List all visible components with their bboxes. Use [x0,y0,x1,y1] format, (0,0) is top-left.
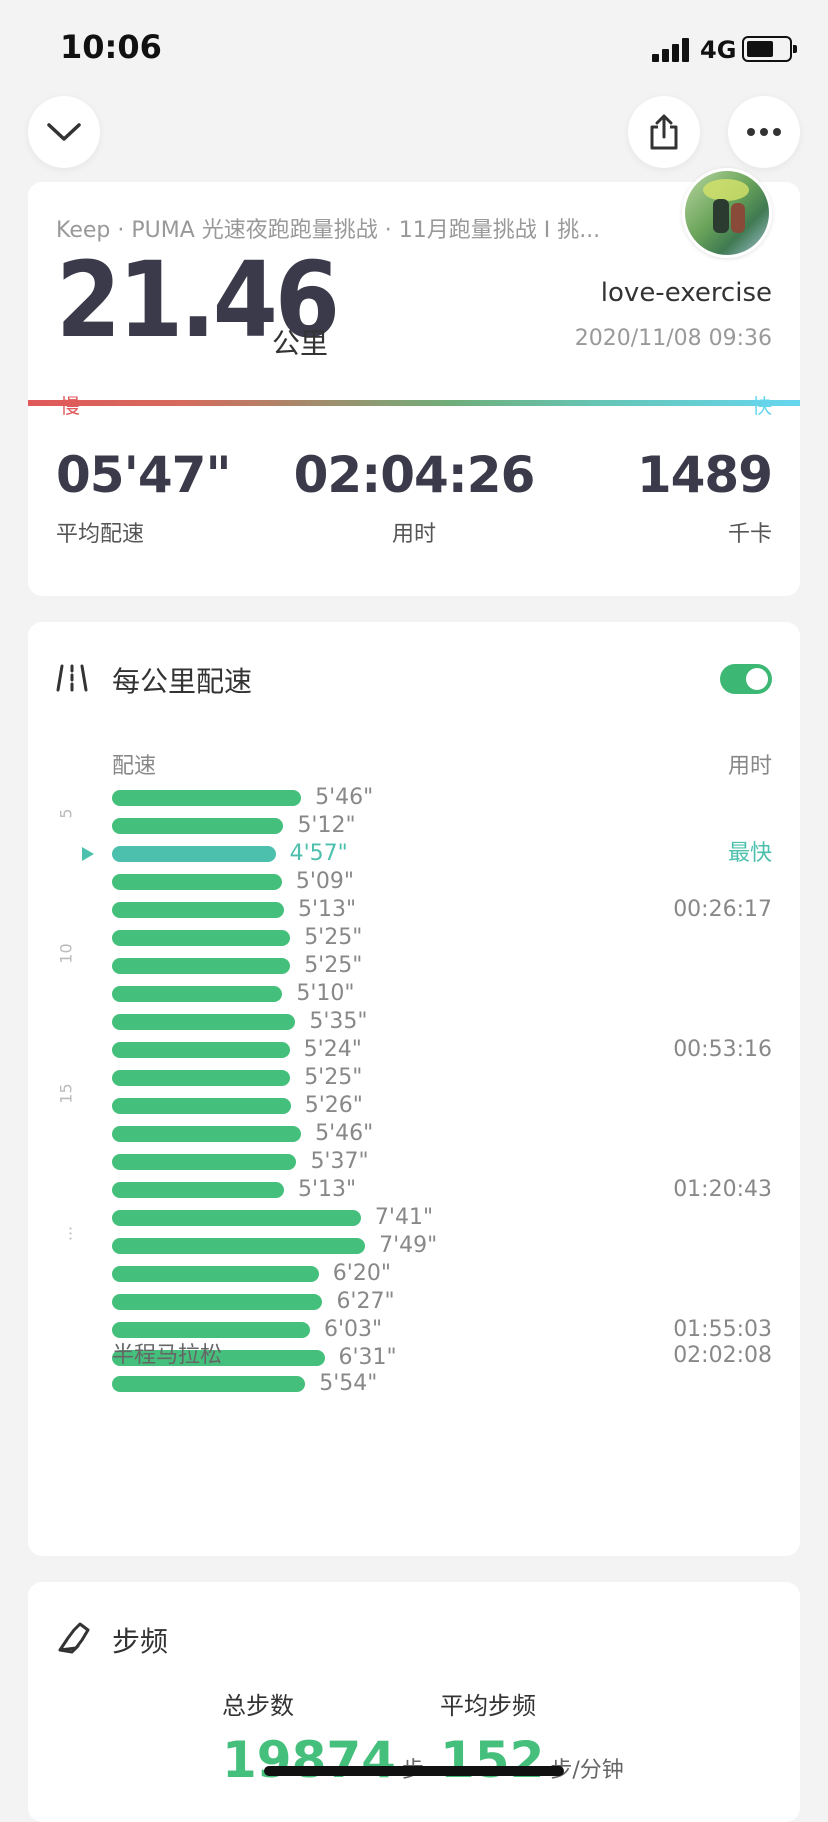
shoe-icon [58,1622,90,1654]
battery-icon [742,36,797,62]
slow-label: 慢 [60,394,80,418]
cadence-title: 步频 [112,1625,169,1658]
pace-bar [112,1266,319,1282]
pace-bar [112,902,284,918]
home-indicator[interactable] [264,1766,564,1776]
share-icon [650,114,678,150]
pace-bar [112,846,276,862]
time-column-header: 用时 [727,754,772,779]
collapse-button[interactable] [28,96,100,168]
signal-icon [652,38,692,62]
fast-label: 快 [752,394,772,418]
pace-bar [112,1014,296,1030]
cadence-card: 步频 总步数 19874步 平均步频 152步/分钟 [28,1582,800,1822]
summary-card: Keep · PUMA 光速夜跑跑量挑战 · 11月跑量挑战 I 挑... 21… [28,168,800,596]
activity-datetime: 2020/11/08 09:36 [574,326,772,351]
chevron-down-icon [47,123,81,141]
road-icon [56,664,88,692]
pace-bar [112,1098,291,1114]
pace-bar [112,958,291,974]
calories-value: 1489 [636,446,773,504]
pace-bar [112,1042,290,1058]
more-icon [747,128,781,136]
pace-value: 5'54" [319,1371,378,1396]
status-time: 10:06 [60,28,162,66]
pace-bar [112,818,284,834]
pace-bar [112,1070,291,1086]
distance-unit: 公里 [272,327,329,360]
network-type: 4G [700,36,737,64]
pace-bar [112,874,282,890]
pace-toggle[interactable] [720,664,772,694]
pace-bar [112,1322,310,1338]
calories-stat: 1489 千卡 [636,446,773,548]
more-button[interactable] [728,96,800,168]
pace-bar [112,1210,361,1226]
pace-bar [112,1294,323,1310]
pace-bar [112,1238,366,1254]
pace-bar [112,986,283,1002]
share-button[interactable] [628,96,700,168]
username[interactable]: love-exercise [601,278,772,308]
section-title: 每公里配速 [112,665,253,698]
status-bar: 10:06 4G [0,0,828,90]
calories-label: 千卡 [727,522,772,547]
avatar[interactable] [682,168,772,258]
pace-bar [112,790,302,806]
pace-bar [112,1182,284,1198]
pace-per-km-card: 每公里配速 配速 用时 5 10 15 ... 5'46" 5'12" 4'57" 最… [28,622,800,1556]
pace-bar [112,1154,297,1170]
total-steps-label: 总步数 [222,1692,294,1720]
pace-bar [112,1126,302,1142]
pace-gradient-bar [28,400,800,406]
avg-cadence-value: 152 [440,1731,545,1789]
last-km-row: 5'54" [28,1368,800,1400]
pace-bar [112,1376,306,1392]
total-steps-value: 19874 [222,1731,396,1789]
fastest-marker-icon [82,847,94,861]
avg-cadence-label: 平均步频 [440,1692,536,1720]
pace-bar [112,930,291,946]
pace-column-header: 配速 [112,754,157,779]
